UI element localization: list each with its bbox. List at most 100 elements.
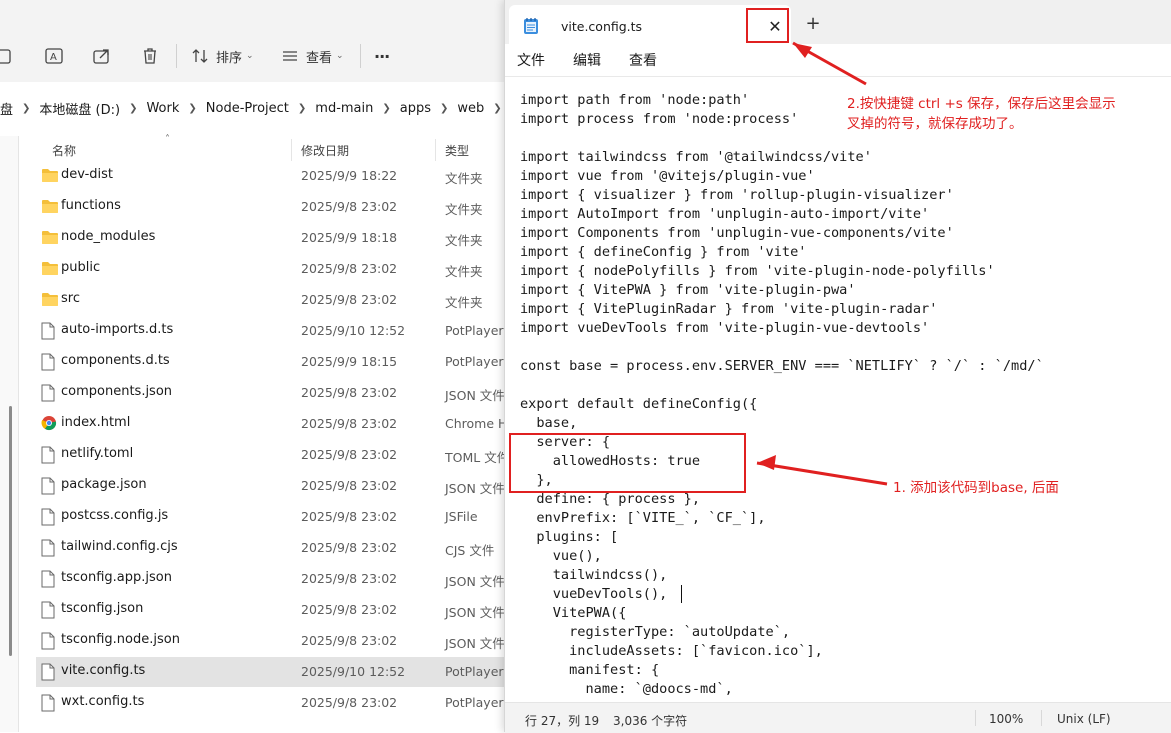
scrollbar-thumb[interactable]	[9, 406, 12, 656]
toolbar-divider	[176, 44, 177, 68]
annotation-add-code-note: 1. 添加该代码到base, 后面	[893, 480, 1059, 496]
file-date: 2025/9/8 23:02	[301, 602, 398, 617]
annotation-save-line-1: 2.按快捷键 ctrl +s 保存，保存后这里会显示	[847, 96, 1116, 112]
file-row[interactable]: components.d.ts 2025/9/9 18:15 PotPlayerM	[36, 347, 514, 377]
line-ending[interactable]: Unix (LF)	[1057, 712, 1111, 726]
share-icon[interactable]	[92, 41, 112, 71]
chevron-right-icon[interactable]: ❯	[18, 103, 34, 114]
rename-icon[interactable]: A	[44, 41, 64, 71]
folder-icon	[41, 167, 59, 187]
view-button[interactable]: 查看 ⌄	[281, 41, 344, 71]
file-date: 2025/9/8 23:02	[301, 571, 398, 586]
menu-view[interactable]: 查看	[629, 50, 657, 70]
code-line: base,	[520, 415, 578, 431]
chevron-right-icon[interactable]: ❯	[294, 103, 310, 114]
code-line: import { defineConfig } from 'vite'	[520, 244, 807, 260]
file-row[interactable]: index.html 2025/9/8 23:02 Chrome H	[36, 409, 507, 439]
file-date: 2025/9/8 23:02	[301, 509, 398, 524]
breadcrumb-item-node-project[interactable]: Node-Project	[201, 101, 294, 116]
file-type: JSON 文件	[445, 605, 505, 620]
menu-edit[interactable]: 编辑	[573, 50, 601, 70]
navigation-pane[interactable]	[0, 136, 19, 732]
chevron-right-icon[interactable]: ❯	[125, 103, 141, 114]
file-name: postcss.config.js	[61, 508, 169, 523]
code-content[interactable]: import path from 'node:path' import proce…	[520, 91, 1044, 699]
file-name: tsconfig.app.json	[61, 570, 172, 585]
chevron-right-icon[interactable]: ❯	[489, 103, 504, 114]
code-line: includeAssets: [`favicon.ico`],	[520, 643, 823, 659]
code-line: export default defineConfig({	[520, 396, 758, 412]
file-row[interactable]: src 2025/9/8 23:02 文件夹	[36, 285, 504, 315]
breadcrumb-item-work[interactable]: Work	[141, 101, 184, 116]
breadcrumb[interactable]: 盘 ❯ 本地磁盘 (D:) ❯ Work ❯ Node-Project ❯ md…	[0, 92, 504, 124]
column-header-type[interactable]: 类型	[445, 142, 469, 159]
copy-icon[interactable]	[0, 41, 16, 71]
file-date: 2025/9/9 18:22	[301, 168, 398, 183]
file-row[interactable]: vite.config.ts 2025/9/10 12:52 PotPlayerM	[36, 657, 514, 687]
breadcrumb-item-md-main[interactable]: md-main	[310, 101, 378, 116]
file-row[interactable]: tailwind.config.cjs 2025/9/8 23:02 CJS 文件	[36, 533, 504, 563]
file-row[interactable]: tsconfig.app.json 2025/9/8 23:02 JSON 文件	[36, 564, 505, 594]
file-icon	[41, 694, 55, 716]
notepad-app-icon	[523, 17, 539, 39]
code-line: import vue from '@vitejs/plugin-vue'	[520, 168, 815, 184]
code-line: import vueDevTools from 'vite-plugin-vue…	[520, 320, 930, 336]
file-row[interactable]: functions 2025/9/8 23:02 文件夹	[36, 192, 504, 222]
file-row[interactable]: wxt.config.ts 2025/9/8 23:02 PotPlayerM	[36, 688, 514, 718]
code-line: import tailwindcss from '@tailwindcss/vi…	[520, 149, 872, 165]
file-row[interactable]: postcss.config.js 2025/9/8 23:02 JSFile	[36, 502, 504, 532]
file-row[interactable]: public 2025/9/8 23:02 文件夹	[36, 254, 504, 284]
annotation-save-note: 2.按快捷键 ctrl +s 保存，保存后这里会显示 叉掉的符号，就保存成功了。	[847, 94, 1116, 134]
breadcrumb-item-web[interactable]: web	[452, 101, 489, 116]
more-options-button[interactable]: ···	[374, 41, 390, 71]
sort-icon	[192, 49, 208, 63]
file-date: 2025/9/9 18:15	[301, 354, 398, 369]
column-header-date[interactable]: 修改日期	[301, 142, 349, 159]
file-row[interactable]: node_modules 2025/9/9 18:18 文件夹	[36, 223, 504, 253]
sort-button[interactable]: 排序 ⌄	[191, 41, 254, 71]
delete-icon[interactable]	[140, 41, 160, 71]
code-line: const base = process.env.SERVER_ENV === …	[520, 358, 1044, 374]
file-date: 2025/9/8 23:02	[301, 447, 398, 462]
breadcrumb-item-drive[interactable]: 本地磁盘 (D:)	[34, 99, 125, 118]
file-name: wxt.config.ts	[61, 694, 145, 709]
file-row[interactable]: dev-dist 2025/9/9 18:22 文件夹	[36, 161, 504, 191]
file-row[interactable]: tsconfig.node.json 2025/9/8 23:02 JSON 文件	[36, 626, 505, 656]
menu-file[interactable]: 文件	[517, 50, 545, 70]
file-row[interactable]: components.json 2025/9/8 23:02 JSON 文件	[36, 378, 505, 408]
view-label: 查看	[306, 50, 333, 66]
file-row[interactable]: package.json 2025/9/8 23:02 JSON 文件	[36, 471, 505, 501]
code-line: import { VitePluginRadar } from 'vite-pl…	[520, 301, 938, 317]
text-editor[interactable]: import path from 'node:path' import proce…	[505, 77, 1171, 700]
file-name: package.json	[61, 477, 147, 492]
file-icon	[41, 508, 55, 530]
file-icon	[41, 477, 55, 499]
chevron-right-icon[interactable]: ❯	[184, 103, 200, 114]
file-row[interactable]: tsconfig.json 2025/9/8 23:02 JSON 文件	[36, 595, 505, 625]
column-divider[interactable]	[435, 139, 436, 161]
tab-title: vite.config.ts	[561, 19, 643, 34]
new-tab-button[interactable]: +	[801, 13, 825, 35]
file-icon	[41, 384, 55, 406]
file-icon	[41, 322, 55, 344]
chevron-right-icon[interactable]: ❯	[436, 103, 452, 114]
file-row[interactable]: netlify.toml 2025/9/8 23:02 TOML 文件	[36, 440, 509, 470]
code-line: registerType: `autoUpdate`,	[520, 624, 791, 640]
file-row[interactable]: auto-imports.d.ts 2025/9/10 12:52 PotPlaye…	[36, 316, 514, 346]
file-date: 2025/9/8 23:02	[301, 261, 398, 276]
sort-label: 排序	[216, 50, 243, 66]
cursor-position: 行 27，列 19	[525, 714, 600, 728]
code-line: name: `@doocs-md`,	[520, 681, 733, 697]
column-divider[interactable]	[291, 139, 292, 161]
breadcrumb-item-apps[interactable]: apps	[395, 101, 436, 116]
column-header-name[interactable]: 名称	[52, 142, 76, 159]
chevron-right-icon[interactable]: ❯	[378, 103, 394, 114]
file-name: components.d.ts	[61, 353, 170, 368]
file-type: TOML 文件	[445, 450, 510, 465]
zoom-level[interactable]: 100%	[989, 712, 1023, 726]
file-type: JSON 文件	[445, 388, 505, 403]
folder-icon	[41, 198, 59, 218]
character-count: 3,036 个字符	[613, 714, 688, 728]
file-name: dev-dist	[61, 167, 114, 182]
breadcrumb-item-truncated[interactable]: 盘	[0, 99, 18, 118]
